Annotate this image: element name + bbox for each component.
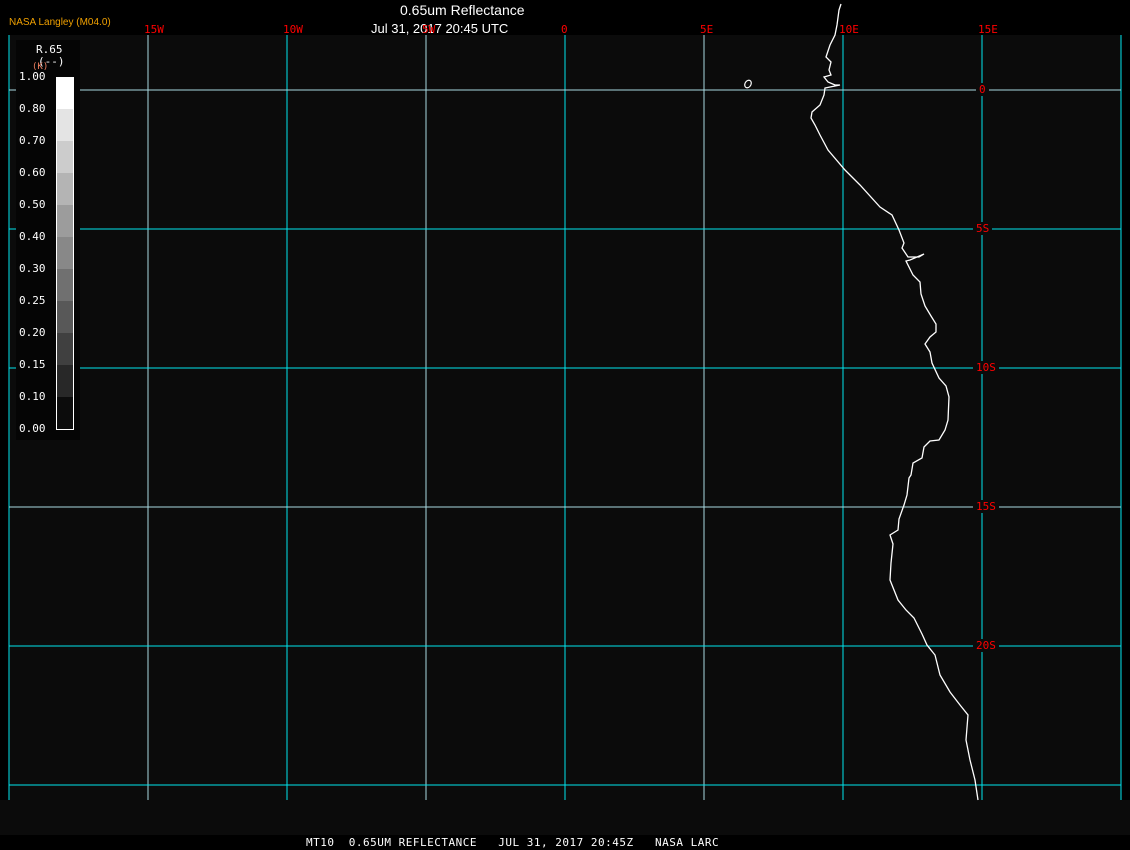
latitude-label: 15S	[973, 500, 999, 513]
color-legend: R.65 (--) (K) 1.00 0.80 0.70 0.60 0.50 0.40 0.…	[16, 40, 80, 440]
legend-tick-label: 0.25	[19, 294, 46, 307]
brand-label: NASA Langley (M04.0)	[9, 17, 111, 28]
legend-tick-label: 0.00	[19, 422, 46, 435]
legend-tick-label: 0.40	[19, 230, 46, 243]
legend-tick-label: 1.00	[19, 70, 46, 83]
latitude-label: 10S	[973, 361, 999, 374]
color-bar-segment	[57, 141, 73, 173]
color-bar	[56, 77, 74, 430]
longitude-label: 15E	[978, 23, 998, 36]
color-bar-segment	[57, 333, 73, 365]
color-bar-segment	[57, 109, 73, 141]
longitude-label: 5E	[700, 23, 714, 36]
image-title: 0.65um Reflectance	[400, 2, 525, 18]
legend-tick-label: 0.10	[19, 390, 46, 403]
color-bar-segment	[57, 269, 73, 301]
longitude-label: 0	[561, 23, 568, 36]
legend-tick-label: 0.70	[19, 134, 46, 147]
legend-tick-label: 0.30	[19, 262, 46, 275]
color-bar-segment	[57, 205, 73, 237]
longitude-label: 15W	[144, 23, 164, 36]
legend-tick-label: 0.20	[19, 326, 46, 339]
legend-tick-label: 0.60	[19, 166, 46, 179]
legend-tick-label: 0.80	[19, 102, 46, 115]
latitude-label: 0	[976, 83, 989, 96]
longitude-label: 10E	[839, 23, 859, 36]
color-bar-segment	[57, 77, 73, 109]
color-bar-segment	[57, 365, 73, 397]
legend-tick-label: 0.50	[19, 198, 46, 211]
color-bar-segment	[57, 173, 73, 205]
color-bar-segment	[57, 397, 73, 429]
color-bar-segment	[57, 301, 73, 333]
image-datetime: Jul 31, 2017 20:45 UTC	[371, 21, 509, 36]
color-bar-segment	[57, 237, 73, 269]
footer-caption: MT10 0.65UM REFLECTANCE JUL 31, 2017 20:…	[306, 836, 720, 849]
longitude-label: 5W	[422, 23, 436, 36]
satellite-map	[0, 3, 1130, 835]
longitude-label: 10W	[283, 23, 303, 36]
latitude-label: 20S	[973, 639, 999, 652]
legend-tick-label: 0.15	[19, 358, 46, 371]
latitude-label: 5S	[973, 222, 993, 235]
